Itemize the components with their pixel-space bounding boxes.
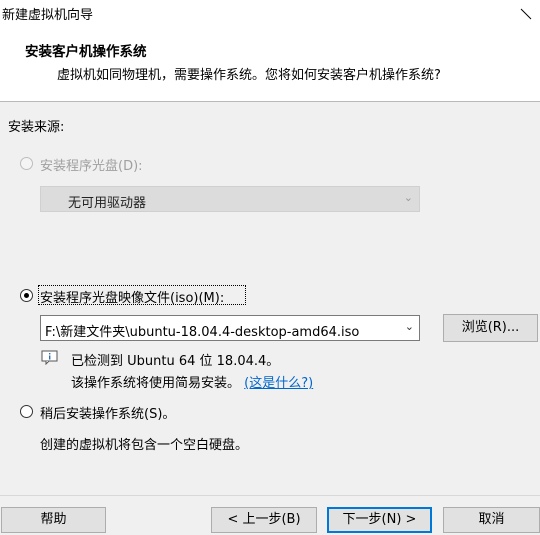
help-button[interactable]: 帮助 [1,507,106,533]
page-heading: 安装客户机操作系统 [25,44,147,60]
whats-this-link[interactable]: (这是什么?) [244,376,313,391]
easy-install-line: 该操作系统将使用简易安装。 (这是什么?) [71,372,313,391]
chevron-down-icon: ⌄ [404,320,414,333]
disc-drive-value: 无可用驱动器 [68,196,147,211]
iso-path-select[interactable]: F:\新建文件夹\ubuntu-18.04.4-desktop-amd64.is… [40,315,420,341]
page-subheading: 虚拟机如同物理机，需要操作系统。您将如何安装客户机操作系统? [57,68,441,83]
browse-button[interactable]: 浏览(R)... [443,314,538,342]
info-icon-glyph [41,350,58,366]
disc-drive-select[interactable]: 无可用驱动器 ⌄ [40,186,420,212]
iso-radio[interactable] [20,289,33,302]
window-title: 新建虚拟机向导 [2,8,94,23]
blank-disk-text: 创建的虚拟机将包含一个空白硬盘。 [40,438,249,453]
disc-option-label: 安装程序光盘(D): [40,159,143,174]
close-icon-glyph [520,8,532,19]
install-later-radio[interactable] [20,405,33,418]
install-later-label: 稍后安装操作系统(S)。 [40,407,176,422]
iso-option-label: 安装程序光盘映像文件(iso)(M): [40,291,225,306]
easy-install-text: 该操作系统将使用简易安装。 [71,376,241,391]
install-source-label: 安装来源: [8,120,65,135]
cancel-button[interactable]: 取消 [443,507,540,533]
info-icon [41,350,59,366]
close-icon[interactable] [512,0,540,27]
disc-radio[interactable] [20,157,33,170]
next-button[interactable]: 下一步(N) > [327,507,432,533]
detected-os-text: 已检测到 Ubuntu 64 位 18.04.4。 [71,354,280,369]
iso-path-value: F:\新建文件夹\ubuntu-18.04.4-desktop-amd64.is… [45,325,360,340]
footer-divider [0,495,540,496]
back-button[interactable]: < 上一步(B) [211,507,317,533]
chevron-down-icon: ⌄ [403,191,413,204]
